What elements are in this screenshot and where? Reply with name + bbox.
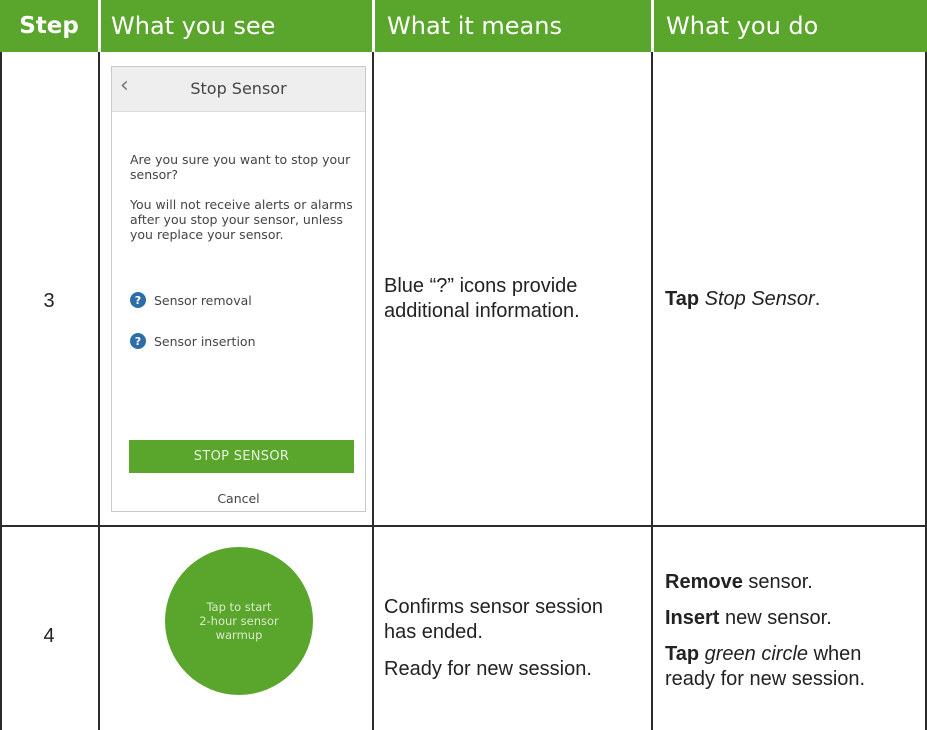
means-line: Ready for new session.: [384, 658, 592, 680]
header-what-you-see: What you see: [101, 0, 372, 52]
cancel-link: Cancel: [217, 491, 260, 506]
phone-screenshot-stop-sensor: ‹ Stop Sensor Are you sure you want to s…: [111, 66, 366, 512]
do-line-tap-cont: ready for new session.: [665, 668, 866, 690]
stop-sensor-button: STOP SENSOR: [129, 440, 354, 473]
step-number: 3: [43, 290, 55, 312]
action-target: Stop Sensor: [704, 288, 815, 310]
means-line: has ended.: [384, 621, 483, 643]
do-line-insert: Insert new sensor.: [665, 606, 865, 631]
question-icon: ?: [130, 292, 146, 308]
help-link-label: Sensor insertion: [154, 333, 256, 349]
phone-nav-bar: ‹ Stop Sensor: [112, 67, 365, 112]
grid-line: [651, 52, 653, 730]
do-line-remove: Remove sensor.: [665, 570, 865, 595]
action-rest: when: [808, 643, 862, 665]
start-warmup-circle: Tap to start 2-hour sensor warmup: [165, 547, 313, 695]
do-line-tap: Tap green circle when: [665, 642, 865, 667]
action-rest: sensor.: [742, 571, 813, 593]
action-verb: Insert: [665, 607, 720, 629]
means-text-row3: Blue “?” icons provide additional inform…: [384, 274, 580, 324]
means-line: Confirms sensor session: [384, 596, 603, 618]
action-target: green circle: [704, 643, 809, 665]
help-link-sensor-insertion: ? Sensor insertion: [130, 333, 256, 349]
do-text-row4: Remove sensor. Insert new sensor. Tap gr…: [665, 570, 865, 692]
header-what-it-means: What it means: [375, 0, 651, 52]
help-link-sensor-removal: ? Sensor removal: [130, 292, 252, 308]
alert-warning: You will not receive alerts or alarms af…: [130, 197, 353, 242]
means-line: additional information.: [384, 300, 580, 322]
circle-line: warmup: [215, 628, 263, 642]
header-what-you-do: What you do: [654, 0, 927, 52]
header-step: Step: [0, 0, 98, 52]
phone-title: Stop Sensor: [190, 79, 287, 98]
action-verb: Tap: [665, 643, 700, 665]
grid-line: [372, 52, 374, 730]
question-icon: ?: [130, 333, 146, 349]
circle-line: 2-hour sensor: [199, 614, 279, 628]
action-rest: .: [814, 288, 821, 310]
circle-line: Tap to start: [206, 600, 272, 614]
action-verb: Tap: [665, 288, 700, 310]
action-rest: new sensor.: [719, 607, 832, 629]
do-text-row3: Tap Stop Sensor.: [665, 287, 820, 312]
step-number: 4: [43, 625, 55, 647]
means-line: Blue “?” icons provide: [384, 275, 578, 297]
action-verb: Remove: [665, 571, 743, 593]
confirm-question: Are you sure you want to stop your senso…: [130, 152, 351, 182]
row-divider: [0, 525, 927, 527]
means-text-row4: Confirms sensor session has ended. Ready…: [384, 595, 603, 682]
help-link-label: Sensor removal: [154, 292, 252, 308]
grid-line: [98, 52, 100, 730]
